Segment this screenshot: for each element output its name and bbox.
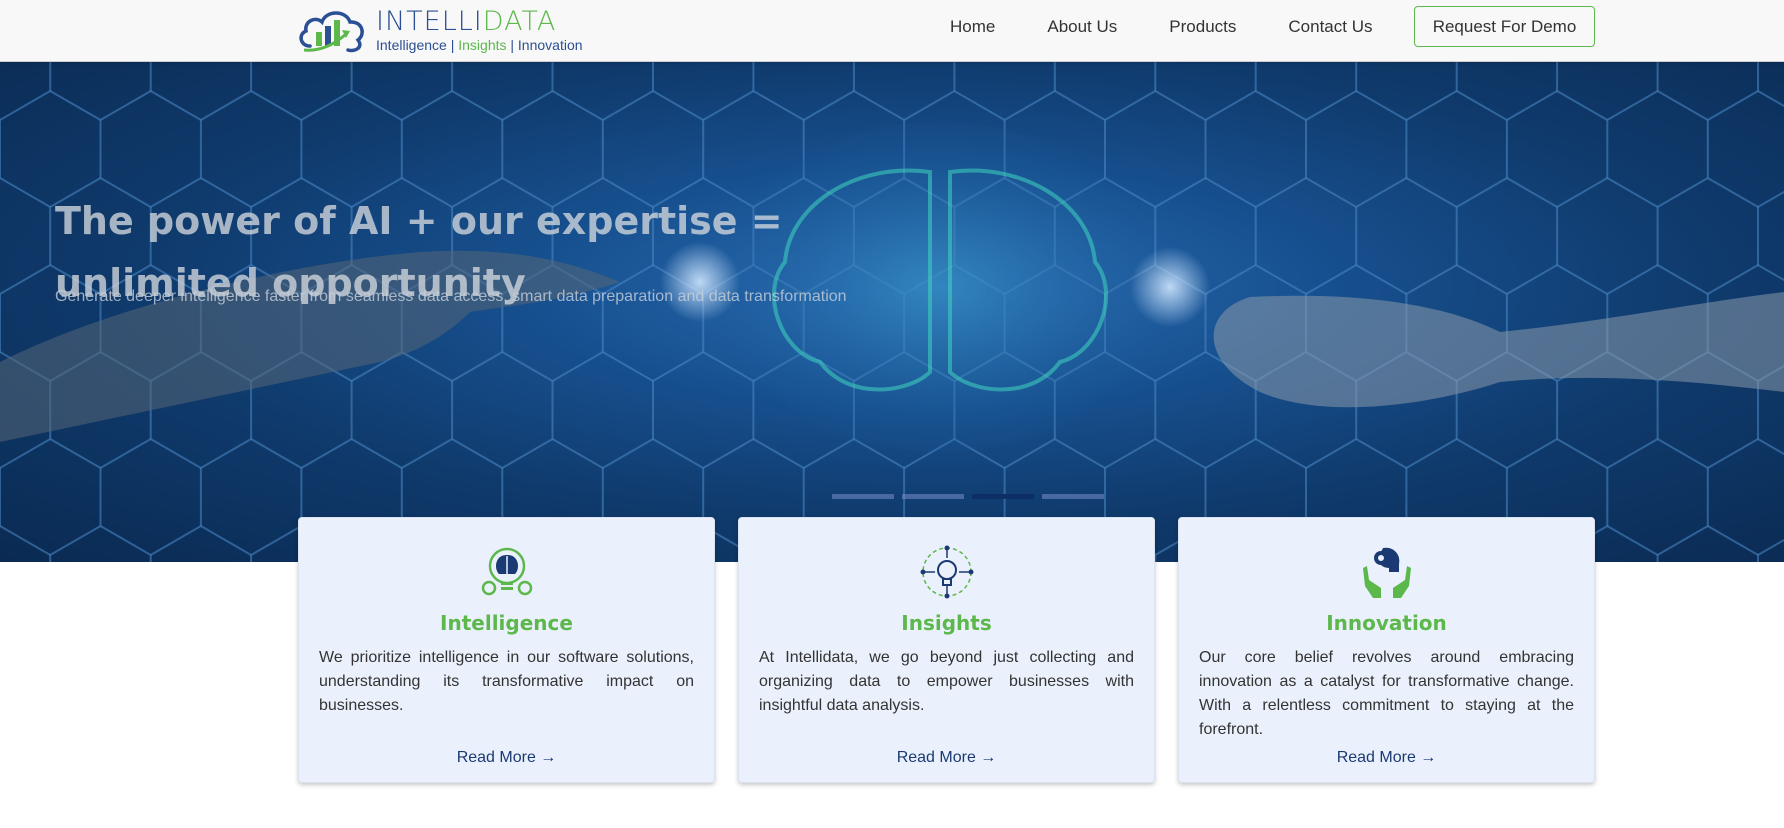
tag-innovation: Innovation <box>517 36 583 53</box>
request-demo-button[interactable]: Request For Demo <box>1414 6 1595 47</box>
arrow-right-icon: → <box>540 749 557 766</box>
read-more-label: Read More <box>1336 749 1416 766</box>
tag-separator: | <box>510 36 515 53</box>
tag-intelligence: Intelligence <box>376 36 447 53</box>
nav-products[interactable]: Products <box>1169 17 1236 37</box>
logo-tagline: Intelligence | Insights | Innovation <box>376 37 583 53</box>
cloud-chart-logo-icon <box>299 11 364 53</box>
logo-wordmark: INTELLIDATA <box>376 5 583 37</box>
read-more-link[interactable]: Read More → <box>1179 749 1594 767</box>
slide-indicator[interactable] <box>902 494 964 499</box>
feature-card-intelligence: Intelligence We prioritize intelligence … <box>298 517 715 783</box>
feature-card-innovation: Innovation Our core belief revolves arou… <box>1178 517 1595 783</box>
hands-head-gear-icon <box>1362 547 1411 598</box>
read-more-label: Read More <box>896 749 976 766</box>
site-header: INTELLIDATA Intelligence | Insights | In… <box>0 0 1784 62</box>
brain-bulb-icon <box>481 547 532 596</box>
slide-indicator[interactable] <box>832 494 894 499</box>
feature-card-insights: Insights At Intellidata, we go beyond ju… <box>738 517 1155 783</box>
arrow-right-icon: → <box>980 749 997 766</box>
lightbulb-network-icon <box>920 545 973 599</box>
nav-about-us[interactable]: About Us <box>1047 17 1117 37</box>
hero-banner: The power of AI + our expertise = unlimi… <box>0 62 1784 562</box>
logo-text: INTELLIDATA Intelligence | Insights | In… <box>376 5 583 53</box>
read-more-link[interactable]: Read More → <box>739 749 1154 767</box>
card-title: Innovation <box>1326 611 1447 635</box>
card-text: At Intellidata, we go beyond just collec… <box>759 649 1134 714</box>
tag-separator: | <box>450 36 455 53</box>
logo-word-part2: DATA <box>482 5 557 37</box>
logo[interactable]: INTELLIDATA Intelligence | Insights | In… <box>296 2 596 58</box>
main-nav: Home About Us Products Contact Us <box>950 0 1424 54</box>
card-title: Insights <box>901 611 992 635</box>
read-more-label: Read More <box>456 749 536 766</box>
slide-indicator[interactable] <box>1042 494 1104 499</box>
nav-home[interactable]: Home <box>950 17 995 37</box>
tag-insights: Insights <box>458 36 507 53</box>
slider-indicators <box>832 494 1104 499</box>
logo-word-part1: INTELLI <box>376 5 483 37</box>
slide-indicator-active[interactable] <box>972 494 1034 499</box>
card-title: Intelligence <box>440 611 573 635</box>
card-text: Our core belief revolves around embracin… <box>1199 649 1574 738</box>
hero-subtitle: Generate deeper intelligence faster from… <box>55 288 847 305</box>
arrow-right-icon: → <box>1420 749 1437 766</box>
nav-contact-us[interactable]: Contact Us <box>1288 17 1372 37</box>
read-more-link[interactable]: Read More → <box>299 749 714 767</box>
card-text: We prioritize intelligence in our softwa… <box>319 649 694 714</box>
